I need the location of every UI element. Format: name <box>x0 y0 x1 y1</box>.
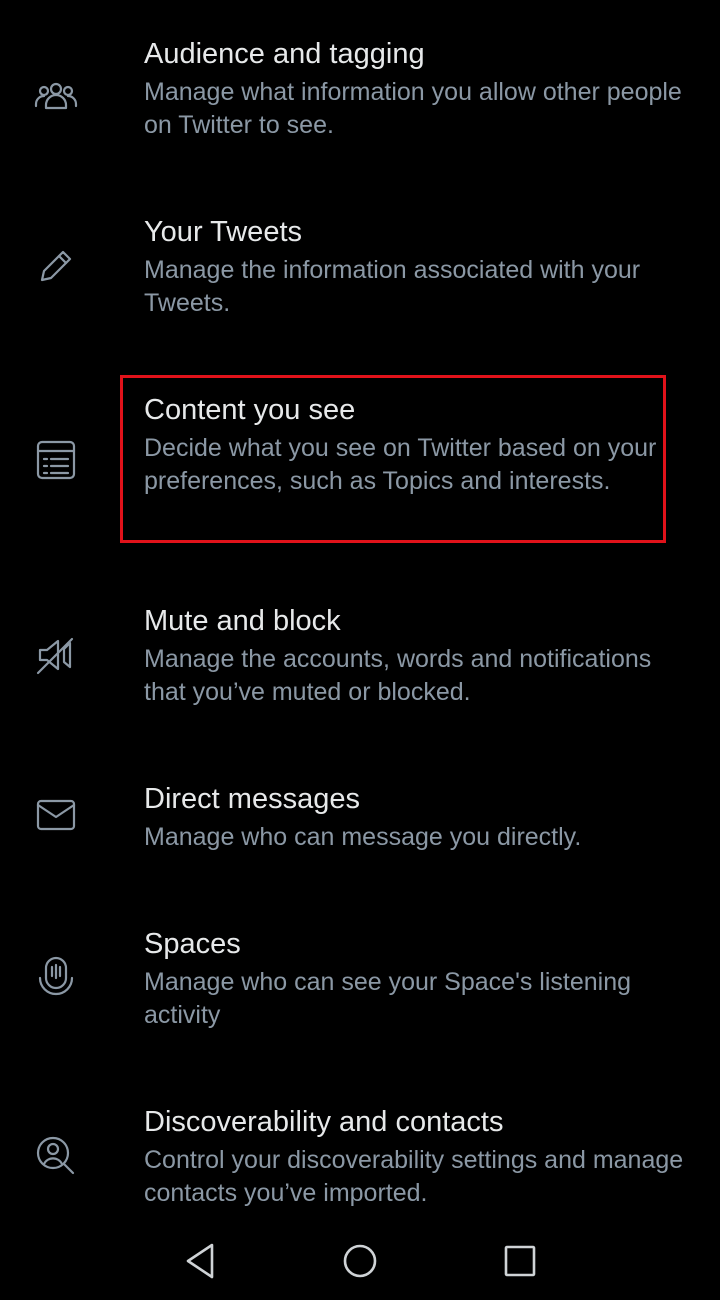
setting-mute-and-block[interactable]: Mute and block Manage the accounts, word… <box>0 603 720 723</box>
setting-title: Your Tweets <box>144 216 302 248</box>
setting-title: Discoverability and contacts <box>144 1106 504 1138</box>
setting-direct-messages[interactable]: Direct messages Manage who can message y… <box>0 781 720 871</box>
microphone-icon <box>28 950 84 1006</box>
list-icon <box>28 432 84 488</box>
setting-description: Manage who can see your Space's listenin… <box>144 968 632 1029</box>
setting-title: Content you see <box>144 394 356 426</box>
envelope-icon <box>28 787 84 843</box>
people-icon <box>28 68 84 124</box>
home-icon[interactable] <box>330 1236 390 1286</box>
recents-icon[interactable] <box>490 1236 550 1286</box>
search-person-icon <box>28 1128 84 1184</box>
setting-description: Manage the accounts, words and notificat… <box>144 645 652 706</box>
setting-audience-and-tagging[interactable]: Audience and tagging Manage what informa… <box>0 36 720 156</box>
setting-description: Manage what information you allow other … <box>144 78 682 139</box>
setting-title: Audience and tagging <box>144 38 425 70</box>
setting-content-you-see[interactable]: Content you see Decide what you see on T… <box>0 392 720 542</box>
setting-description: Control your discoverability settings an… <box>144 1146 684 1207</box>
back-icon[interactable] <box>170 1236 230 1286</box>
android-navigation-bar <box>0 1220 720 1300</box>
setting-description: Manage the information associated with y… <box>144 256 641 317</box>
mute-icon <box>28 627 84 683</box>
pencil-icon <box>28 238 84 294</box>
setting-your-tweets[interactable]: Your Tweets Manage the information assoc… <box>0 214 720 334</box>
setting-title: Spaces <box>144 928 241 960</box>
setting-title: Direct messages <box>144 783 360 815</box>
setting-description: Decide what you see on Twitter based on … <box>144 434 657 495</box>
setting-description: Manage who can message you directly. <box>144 823 582 851</box>
setting-discoverability-and-contacts[interactable]: Discoverability and contacts Control you… <box>0 1104 720 1220</box>
setting-title: Mute and block <box>144 605 341 637</box>
setting-spaces[interactable]: Spaces Manage who can see your Space's l… <box>0 926 720 1036</box>
